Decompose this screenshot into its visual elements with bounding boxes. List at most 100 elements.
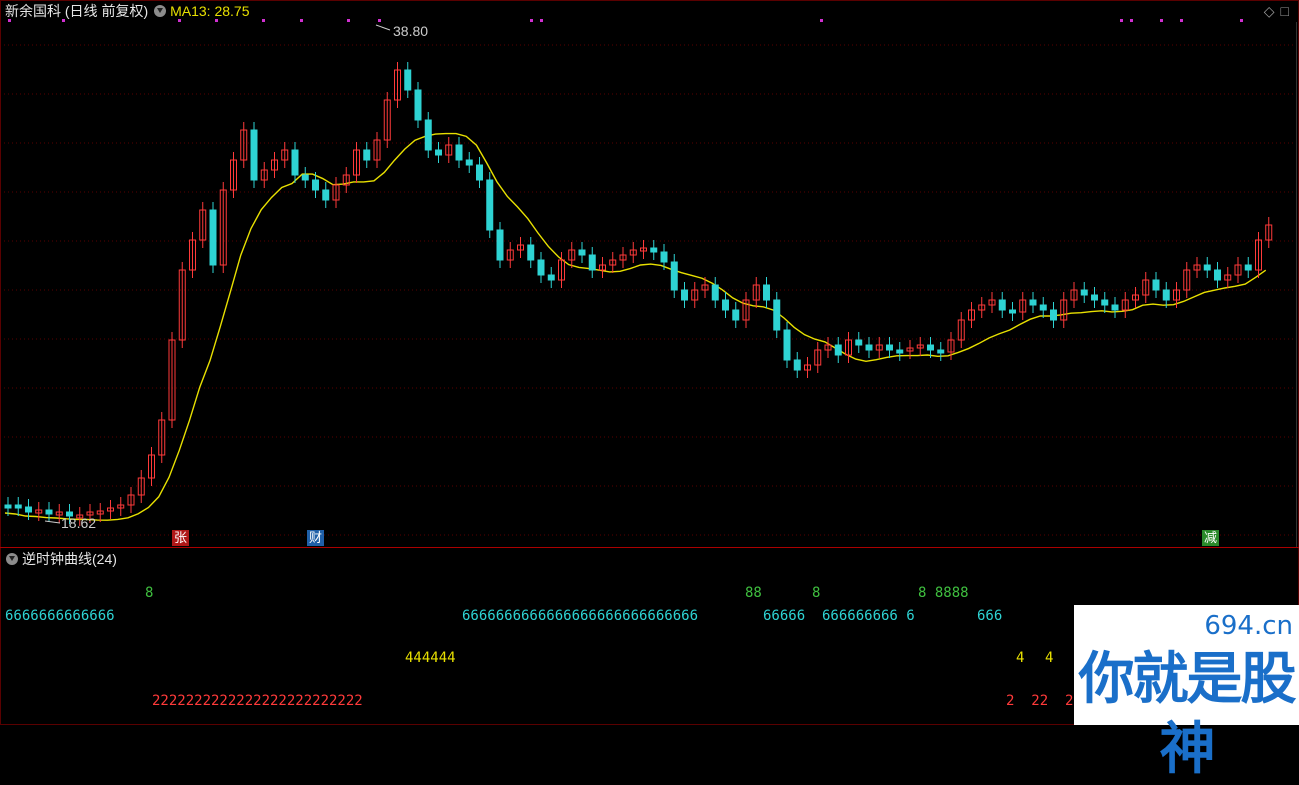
- indicator-row6-seg-1: 6666666666666666666666666666: [462, 608, 699, 624]
- top-marker: [1160, 19, 1163, 22]
- indicator-header: 逆时钟曲线(24): [0, 548, 117, 570]
- candle-body: [886, 344, 893, 351]
- candle-body: [1009, 309, 1016, 314]
- candle-body: [14, 504, 22, 509]
- indicator-row8-seg-1: 88: [745, 585, 762, 601]
- high-marker-arrow: [375, 24, 391, 31]
- indicator-row6-seg-3: 666666666 6: [822, 608, 915, 624]
- candle-body: [209, 209, 217, 266]
- top-marker: [215, 19, 218, 22]
- candle-body: [1162, 289, 1170, 301]
- candle-body: [1029, 299, 1037, 306]
- candle-body: [937, 349, 945, 354]
- candle-body: [291, 149, 299, 176]
- candle-body: [1050, 309, 1057, 321]
- top-marker: [1240, 19, 1243, 22]
- candle-body: [476, 164, 483, 181]
- candle-body: [896, 349, 904, 354]
- low-price-label: 18.62: [61, 515, 97, 531]
- badge-jian[interactable]: 减: [1202, 530, 1220, 546]
- candle-body: [588, 254, 596, 271]
- top-marker: [300, 19, 303, 22]
- candle-body: [45, 509, 53, 515]
- candle-body: [670, 261, 678, 291]
- candle-body: [1101, 299, 1109, 306]
- candle-body: [711, 284, 719, 301]
- candle-body: [1244, 264, 1252, 271]
- candle-body: [783, 329, 791, 361]
- candle-body: [793, 359, 801, 371]
- candle-body: [773, 299, 781, 331]
- indicator-row4-seg-1: 4: [1016, 650, 1025, 666]
- candle-body: [732, 309, 740, 321]
- candle-body: [722, 299, 729, 311]
- candle-body: [301, 174, 309, 181]
- candle-body: [927, 344, 934, 351]
- indicator-row6-seg-0: 6666666666666: [5, 608, 115, 624]
- top-marker: [1130, 19, 1133, 22]
- indicator-row6-seg-4: 666: [977, 608, 1003, 624]
- candle-body: [537, 259, 545, 276]
- candle-body: [496, 229, 504, 261]
- indicator-row8-seg-2: 8: [812, 585, 821, 601]
- candle-body: [404, 69, 412, 91]
- top-marker: [1120, 19, 1123, 22]
- top-marker: [1180, 19, 1183, 22]
- candle-body: [681, 289, 688, 301]
- candle-body: [4, 504, 12, 509]
- candle-body: [865, 344, 873, 351]
- candle-body: [578, 249, 586, 256]
- top-marker: [8, 19, 11, 22]
- candle-body: [1111, 304, 1119, 311]
- candle-body: [322, 189, 330, 201]
- indicator-row8-seg-3: 8 8888: [918, 585, 969, 601]
- pane-divider[interactable]: [0, 547, 1299, 548]
- indicator-row6-seg-2: 66666: [763, 608, 806, 624]
- candle-body: [547, 274, 555, 281]
- watermark-site: 694.cn: [1204, 611, 1293, 641]
- candle-body: [527, 244, 535, 261]
- candle-body: [1203, 264, 1211, 271]
- candle-body: [363, 149, 371, 161]
- indicator-title[interactable]: 逆时钟曲线(24): [22, 549, 117, 569]
- top-marker: [62, 19, 65, 22]
- top-marker: [820, 19, 823, 22]
- top-marker: [540, 19, 543, 22]
- watermark: 694.cn 你就是股神: [1074, 605, 1299, 782]
- candle-body: [435, 149, 442, 156]
- candle-body: [424, 119, 432, 151]
- candle-body: [834, 344, 842, 356]
- candle-body: [465, 159, 473, 166]
- candle-body: [1080, 289, 1088, 296]
- indicator-row2-seg-1: 2 22 22: [1006, 693, 1082, 709]
- badge-cai[interactable]: 财: [307, 530, 325, 546]
- badge-zhang[interactable]: 张: [172, 530, 190, 546]
- top-marker: [178, 19, 181, 22]
- top-marker: [378, 19, 381, 22]
- candle-body: [1152, 279, 1160, 291]
- candle-body: [312, 179, 319, 191]
- candle-body: [455, 144, 463, 161]
- watermark-slogan: 你就是股神: [1078, 647, 1297, 782]
- top-marker: [347, 19, 350, 22]
- high-price-label: 38.80: [393, 23, 429, 39]
- candle-body: [855, 339, 863, 346]
- candle-body: [660, 251, 668, 263]
- candle-body: [25, 506, 32, 513]
- candle-body: [1214, 269, 1221, 281]
- indicator-row8-seg-0: 8: [145, 585, 154, 601]
- candle-body: [1039, 304, 1047, 311]
- indicator-row4-seg-0: 444444: [405, 650, 456, 666]
- low-marker-arrow: [44, 520, 61, 524]
- candle-body: [250, 129, 258, 181]
- candle-body: [763, 284, 770, 301]
- indicator-dropdown-icon[interactable]: [6, 553, 18, 565]
- top-marker: [530, 19, 533, 22]
- candle-body: [650, 247, 658, 253]
- top-marker: [262, 19, 265, 22]
- indicator-row2-seg-0: 2222222222222222222222222: [152, 693, 363, 709]
- candle-body: [486, 179, 494, 231]
- candle-body: [1091, 294, 1098, 301]
- candle-body: [414, 89, 422, 121]
- candlestick-chart[interactable]: [0, 0, 1299, 547]
